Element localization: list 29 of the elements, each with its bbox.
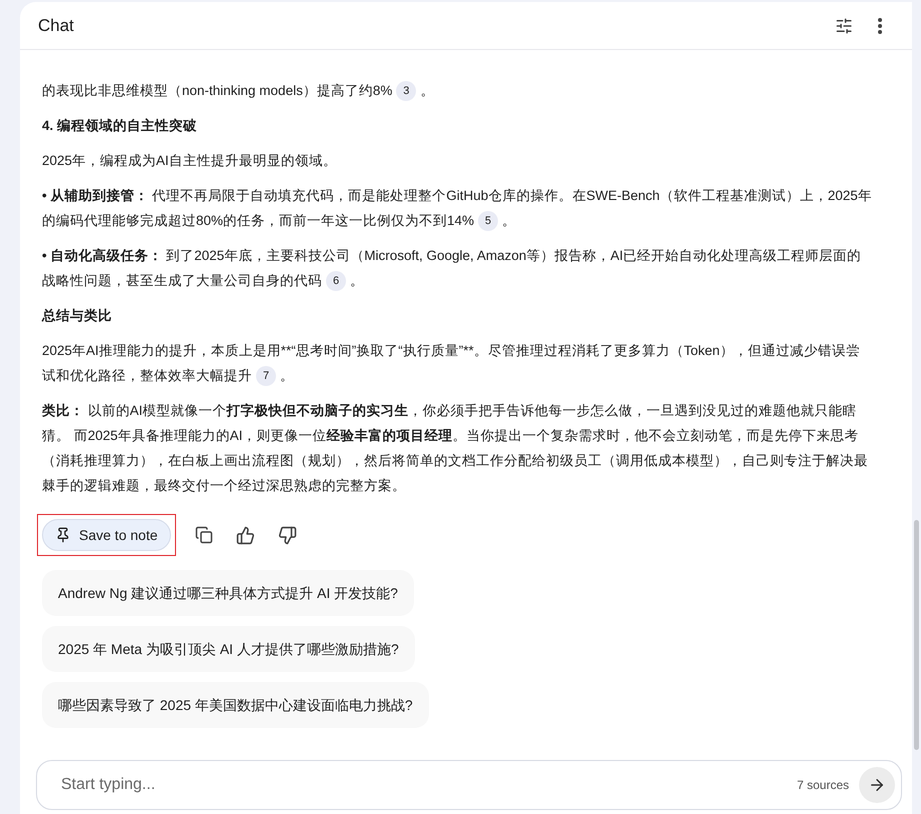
thumbs-down-icon xyxy=(278,526,298,544)
suggested-question[interactable]: Andrew Ng 建议通过哪三种具体方式提升 AI 开发技能? xyxy=(42,570,414,616)
paragraph: • 从辅助到接管： 代理不再局限于自动填充代码，而是能处理整个GitHub仓库的操作。在SWE-Bench（软件工程基准测试）上，2025年的编码代理能够完成超过80%的任务，而前一年这一比例仅为不到14% 5 。 xyxy=(42,183,872,233)
paragraph: 2025年，编程成为AI自主性提升最明显的领域。 xyxy=(42,152,338,170)
send-button[interactable] xyxy=(859,767,895,803)
paragraph: • 自动化高级任务： 到了2025年底，主要科技公司（Microsoft, Google, Amazon等）报告称，AI已经开始自动化处理高级工程师层面的战略性问题，甚至生成了大量公司自身的代码 6 。 xyxy=(42,243,872,293)
suggested-question[interactable]: 哪些因素导致了 2025 年美国数据中心建设面临电力挑战? xyxy=(42,682,429,728)
paragraph: 类比： 以前的AI模型就像一个打字极快但不动脑子的实习生，你必须手把手告诉他每一步怎么做，一旦遇到没见过的难题他就只能瞎猜。 而2025年具备推理能力的AI，则更像一位经验丰富的项目经理。当你提出一个复杂需求时，他不会立刻动笔，而是先停下来思考（消耗推理算力），在白板上画出流程图（规划），然后将简单的文档工作分配给初级员工（调用低成本模型），自己则专注于解决最棘手的逻辑难题，最终交付一个经过深思熟虑的完整方案。 xyxy=(42,402,869,495)
section-heading: 总结与类比 xyxy=(42,307,113,325)
citation-badge[interactable]: 7 xyxy=(256,366,276,386)
save-to-note-button[interactable]: Save to note xyxy=(42,519,171,551)
section-heading: 4. 编程领域的自主性突破 xyxy=(42,117,198,135)
message-input[interactable]: Start typing... xyxy=(61,773,797,797)
panel-title: Chat xyxy=(38,14,74,37)
composer-field[interactable]: Start typing... 7 sources xyxy=(36,760,902,810)
scrollbar-thumb[interactable] xyxy=(914,520,919,750)
more-icon xyxy=(878,18,882,34)
suggested-question[interactable]: 2025 年 Meta 为吸引顶尖 AI 人才提供了哪些激励措施? xyxy=(42,626,415,672)
arrow-right-icon xyxy=(868,776,886,794)
citation-badge[interactable]: 3 xyxy=(396,81,416,102)
pin-icon xyxy=(55,527,71,543)
sliders-icon xyxy=(835,16,853,34)
sources-count: 7 sources xyxy=(796,777,849,794)
paragraph: 的表现比非思维模型（non-thinking models）提高了约8% 3 。 xyxy=(42,78,872,103)
citation-badge[interactable]: 6 xyxy=(326,271,346,292)
thumbs-up-icon xyxy=(236,526,256,544)
paragraph: 2025年AI推理能力的提升，本质上是用**“思考时间”换取了“执行质量”**。尽管推理过程消耗了更多算力（Token），但通过减少错误尝试和优化路径，整体效率大幅提升 7 。 xyxy=(42,338,872,388)
citation-badge[interactable]: 5 xyxy=(478,211,498,232)
copy-icon xyxy=(194,526,213,544)
